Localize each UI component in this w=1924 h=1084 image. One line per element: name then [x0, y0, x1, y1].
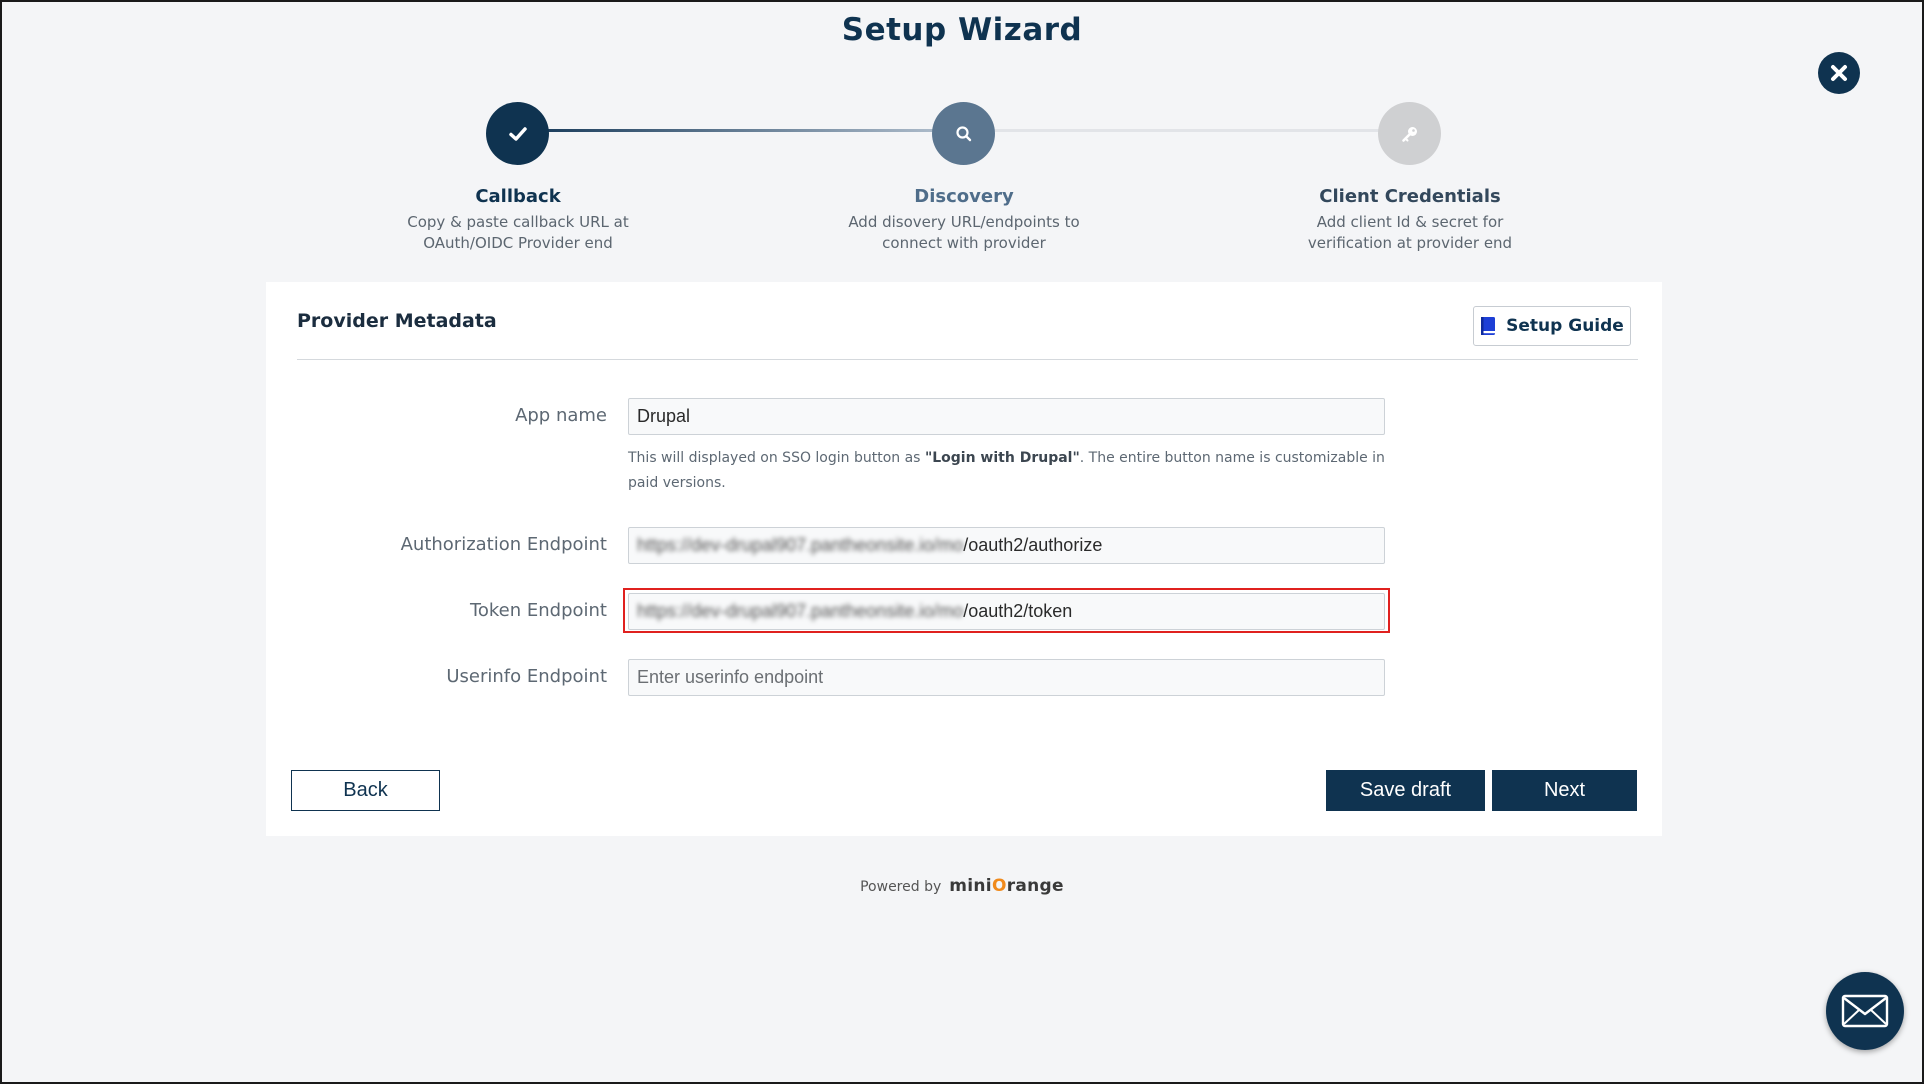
step-title: Callback [475, 186, 561, 207]
key-icon [1401, 126, 1417, 142]
token-endpoint-blurred-host: https://dev-drupal907.pantheonsite.io/mo [637, 601, 964, 621]
authorization-endpoint-label: Authorization Endpoint [400, 534, 607, 555]
brand-pre: mini [949, 876, 992, 896]
next-button[interactable]: Next [1492, 770, 1637, 811]
close-icon [1831, 65, 1847, 81]
back-button[interactable]: Back [291, 770, 440, 811]
step-connector-1 [546, 129, 966, 132]
page-title: Setup Wizard [841, 12, 1083, 48]
step-desc-line2: verification at provider end [1307, 234, 1513, 252]
step-discovery: Discovery Add disovery URL/endpoints to … [814, 186, 1114, 254]
step-callback-circle[interactable] [486, 102, 549, 165]
token-endpoint-label: Token Endpoint [469, 600, 607, 621]
setup-guide-button[interactable]: Setup Guide [1473, 306, 1631, 346]
search-icon [955, 125, 971, 141]
app-name-value: Drupal [637, 406, 691, 426]
miniorange-logo[interactable]: miniOrange [949, 876, 1064, 896]
check-icon [508, 126, 527, 141]
powered-by-footer: Powered by miniOrange [2, 876, 1922, 896]
help-text-button-name: "Login with Drupal" [924, 450, 1080, 466]
step-desc-line1: Add disovery URL/endpoints to [848, 213, 1080, 231]
brand-o: O [991, 876, 1007, 896]
authorization-endpoint-input[interactable]: https://dev-drupal907.pantheonsite.io/mo… [628, 527, 1385, 564]
step-discovery-circle[interactable] [932, 102, 995, 165]
authorization-endpoint-path: /oauth2/authorize [963, 535, 1103, 555]
step-credentials-circle[interactable] [1378, 102, 1441, 165]
setup-guide-label: Setup Guide [1506, 316, 1624, 336]
userinfo-endpoint-input[interactable]: Enter userinfo endpoint [628, 659, 1385, 696]
app-name-label: App name [515, 405, 607, 426]
step-desc-line2: connect with provider [882, 234, 1046, 252]
powered-by-text: Powered by [860, 879, 942, 895]
help-text-pre: This will displayed on SSO login button … [628, 450, 925, 466]
step-connector-2 [990, 129, 1410, 132]
close-button[interactable] [1818, 52, 1860, 94]
step-desc-line1: Add client Id & secret for [1316, 213, 1504, 231]
brand-post: range [1006, 876, 1064, 896]
userinfo-endpoint-placeholder: Enter userinfo endpoint [637, 667, 824, 687]
app-name-input[interactable]: Drupal [628, 398, 1385, 435]
step-desc-line2: OAuth/OIDC Provider end [423, 234, 613, 252]
step-desc-line1: Copy & paste callback URL at [407, 213, 629, 231]
app-name-help: This will displayed on SSO login button … [628, 446, 1398, 496]
card-divider [297, 359, 1638, 360]
userinfo-endpoint-label: Userinfo Endpoint [446, 666, 607, 687]
token-endpoint-input[interactable]: https://dev-drupal907.pantheonsite.io/mo… [628, 593, 1385, 630]
step-title: Discovery [914, 186, 1014, 207]
save-draft-button[interactable]: Save draft [1326, 770, 1485, 811]
authorization-endpoint-blurred-host: https://dev-drupal907.pantheonsite.io/mo [637, 535, 964, 555]
step-title: Client Credentials [1319, 186, 1501, 207]
contact-mail-button[interactable] [1826, 972, 1904, 1050]
token-endpoint-path: /oauth2/token [963, 601, 1073, 621]
step-client-credentials: Client Credentials Add client Id & secre… [1260, 186, 1560, 254]
provider-metadata-card: Provider Metadata Setup Guide App name D… [266, 282, 1662, 836]
card-title: Provider Metadata [297, 310, 497, 332]
mail-icon [1841, 994, 1889, 1028]
step-callback: Callback Copy & paste callback URL at OA… [368, 186, 668, 254]
book-icon [1481, 317, 1496, 335]
